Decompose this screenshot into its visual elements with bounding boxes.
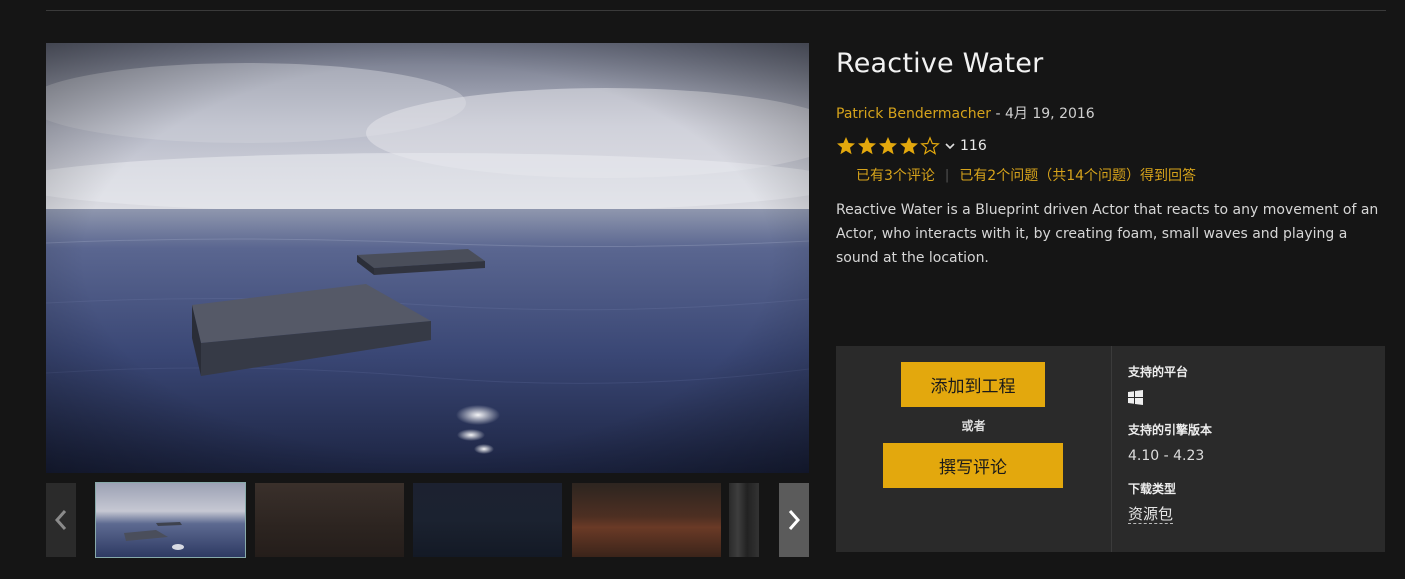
thumbnail-5[interactable] xyxy=(729,483,759,557)
links-separator: | xyxy=(944,167,950,183)
download-type-value[interactable]: 资源包 xyxy=(1128,505,1174,524)
platforms-label: 支持的平台 xyxy=(1128,365,1189,379)
star-rating[interactable] xyxy=(836,136,940,156)
review-links: 已有3个评论 | 已有2个问题（共14个问题）得到回答 xyxy=(856,165,1196,185)
star-filled-icon xyxy=(858,137,876,155)
thumbnail-4[interactable] xyxy=(572,483,721,557)
thumbnail-1-image xyxy=(124,522,184,550)
meta-separator: - xyxy=(991,106,1005,122)
panel-divider xyxy=(1111,346,1112,552)
gallery-prev-button[interactable] xyxy=(46,483,76,557)
water-scene-image xyxy=(46,43,809,473)
product-title: Reactive Water xyxy=(836,48,1044,79)
star-filled-icon xyxy=(837,137,855,155)
star-empty-icon xyxy=(920,136,940,155)
rating-row: 116 xyxy=(836,136,987,156)
chevron-down-icon[interactable] xyxy=(945,141,955,151)
engine-versions-value: 4.10 - 4.23 xyxy=(1128,448,1205,464)
questions-link[interactable]: 已有2个问题（共14个问题）得到回答 xyxy=(959,165,1196,185)
add-to-project-button[interactable]: 添加到工程 xyxy=(901,362,1045,407)
main-screenshot[interactable] xyxy=(46,43,809,473)
engine-versions-label: 支持的引擎版本 xyxy=(1128,423,1213,437)
thumbnail-2[interactable] xyxy=(255,483,404,557)
write-review-button[interactable]: 撰写评论 xyxy=(883,443,1063,488)
reviews-link[interactable]: 已有3个评论 xyxy=(856,165,935,185)
top-divider xyxy=(46,10,1386,11)
thumbnail-3[interactable] xyxy=(413,483,562,557)
star-filled-icon xyxy=(900,137,918,155)
or-label: 或者 xyxy=(961,419,986,433)
rating-count: 116 xyxy=(960,138,987,154)
release-date: 4月 19, 2016 xyxy=(1005,106,1095,122)
windows-icon xyxy=(1128,390,1143,405)
purchase-panel: 添加到工程 或者 撰写评论 支持的平台 支持的引擎版本 4.10 - 4.23 … xyxy=(836,346,1385,552)
gallery-next-button[interactable] xyxy=(779,483,809,557)
thumbnail-1[interactable] xyxy=(95,482,246,558)
download-type-label: 下载类型 xyxy=(1128,482,1177,496)
author-link[interactable]: Patrick Bendermacher xyxy=(836,106,991,122)
product-description: Reactive Water is a Blueprint driven Act… xyxy=(836,202,1379,266)
chevron-right-icon xyxy=(788,510,801,530)
chevron-left-icon xyxy=(54,510,67,530)
product-meta: Patrick Bendermacher - 4月 19, 2016 xyxy=(836,103,1095,123)
star-filled-icon xyxy=(879,137,897,155)
